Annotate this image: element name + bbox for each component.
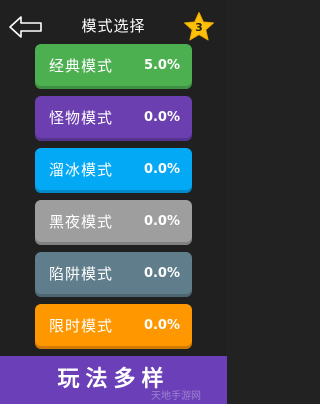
star-count: 3 [195, 21, 203, 34]
mode-percent: 0.0% [143, 318, 180, 333]
mode-button-classic[interactable]: 经典模式 5.0% [35, 44, 192, 89]
mode-name: 限时模式 [49, 317, 114, 335]
mode-button-skating[interactable]: 溜冰模式 0.0% [35, 148, 192, 193]
mode-button-trap[interactable]: 陷阱模式 0.0% [35, 252, 192, 297]
mode-name: 经典模式 [49, 57, 114, 75]
mode-percent: 0.0% [143, 266, 180, 281]
mode-percent: 5.0% [143, 58, 180, 73]
mode-button-monster[interactable]: 怪物模式 0.0% [35, 96, 192, 141]
watermark: 天地手游网 [151, 391, 201, 402]
mode-button-timed[interactable]: 限时模式 0.0% [35, 304, 192, 349]
header: 模式选择 3 [0, 0, 227, 44]
mode-percent: 0.0% [143, 214, 180, 229]
mode-name: 怪物模式 [49, 109, 114, 127]
mode-percent: 0.0% [143, 110, 180, 125]
mode-name: 黑夜模式 [49, 213, 114, 231]
mode-button-night[interactable]: 黑夜模式 0.0% [35, 200, 192, 245]
banner-text: 玩法多样 [57, 367, 170, 392]
mode-name: 溜冰模式 [49, 161, 114, 179]
mode-name: 陷阱模式 [49, 265, 114, 283]
mode-list: 经典模式 5.0% 怪物模式 0.0% 溜冰模式 0.0% 黑夜模式 0.0% … [35, 44, 192, 356]
game-screen: 模式选择 3 经典模式 5.0% 怪物模式 0.0% 溜冰模式 0.0% 黑夜模… [0, 0, 227, 404]
mode-percent: 0.0% [143, 162, 180, 177]
star-badge[interactable]: 3 [182, 11, 216, 43]
